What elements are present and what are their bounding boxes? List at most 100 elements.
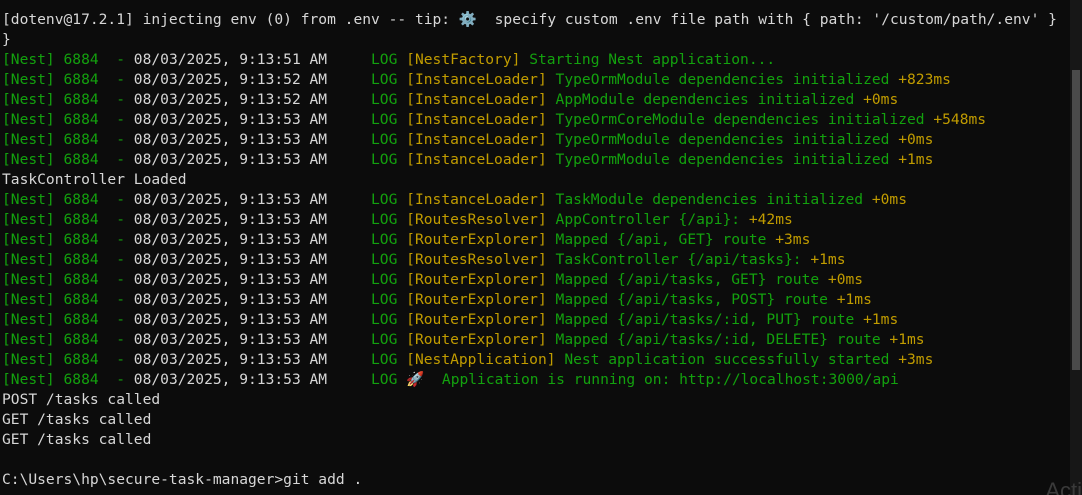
log-timestamp: 08/03/2025, 9:13:53 AM [133,251,328,268]
log-context: [InstanceLoader] [406,131,547,148]
log-pid: [Nest] 6884 - [2,191,134,208]
output-text: GET /tasks called [2,431,152,448]
log-pid: [Nest] 6884 - [2,311,134,328]
log-level: LOG [327,371,407,388]
log-line: [Nest] 6884 - 08/03/2025, 9:13:53 AM LOG… [2,290,1070,310]
vertical-scrollbar[interactable] [1070,0,1082,495]
log-timestamp: 08/03/2025, 9:13:53 AM [133,371,328,388]
log-line: [Nest] 6884 - 08/03/2025, 9:13:53 AM LOG… [2,210,1070,230]
log-level: LOG [327,251,407,268]
log-line: [Nest] 6884 - 08/03/2025, 9:13:53 AM LOG… [2,270,1070,290]
log-context: [NestApplication] [406,351,556,368]
log-line: [Nest] 6884 - 08/03/2025, 9:13:53 AM LOG… [2,110,1070,130]
log-timestamp: 08/03/2025, 9:13:52 AM [133,91,328,108]
log-context: [NestFactory] [406,51,521,68]
log-context: [InstanceLoader] [406,71,547,88]
log-level: LOG [327,331,407,348]
log-line: [Nest] 6884 - 08/03/2025, 9:13:52 AM LOG… [2,90,1070,110]
log-line: [Nest] 6884 - 08/03/2025, 9:13:53 AM LOG… [2,310,1070,330]
log-line: [Nest] 6884 - 08/03/2025, 9:13:53 AM LOG… [2,330,1070,350]
log-line: [Nest] 6884 - 08/03/2025, 9:13:51 AM LOG… [2,50,1070,70]
log-delta: +823ms [889,71,951,88]
log-delta: +0ms [854,91,899,108]
log-timestamp: 08/03/2025, 9:13:53 AM [133,191,328,208]
log-delta: +1ms [854,311,899,328]
output-text: } [2,31,11,48]
log-message: Mapped {/api/tasks/:id, PUT} route [546,311,855,328]
log-level: LOG [327,191,407,208]
log-message: AppController {/api}: [546,211,741,228]
log-level: LOG [327,71,407,88]
log-pid: [Nest] 6884 - [2,111,134,128]
log-delta: +0ms [863,191,908,208]
plain-output-line: TaskController Loaded [2,170,1070,190]
log-context: [InstanceLoader] [406,191,547,208]
log-line: [Nest] 6884 - 08/03/2025, 9:13:53 AM LOG… [2,350,1070,370]
log-delta: +1ms [801,251,846,268]
log-line: [Nest] 6884 - 08/03/2025, 9:13:53 AM LOG… [2,230,1070,250]
prompt-text: C:\Users\hp\secure-task-manager>git add … [2,471,363,488]
log-timestamp: 08/03/2025, 9:13:53 AM [133,311,328,328]
log-timestamp: 08/03/2025, 9:13:52 AM [133,71,328,88]
log-level: LOG [327,51,407,68]
log-context: [RouterExplorer] [406,311,547,328]
output-text: POST /tasks called [2,391,161,408]
plain-output-line: GET /tasks called [2,430,1070,450]
log-pid: [Nest] 6884 - [2,331,134,348]
log-line: [Nest] 6884 - 08/03/2025, 9:13:53 AM LOG… [2,190,1070,210]
log-line: [Nest] 6884 - 08/03/2025, 9:13:53 AM LOG… [2,150,1070,170]
command-prompt-line[interactable]: C:\Users\hp\secure-task-manager>git add … [2,470,1070,490]
log-pid: [Nest] 6884 - [2,91,134,108]
log-pid: [Nest] 6884 - [2,351,134,368]
log-delta: +42ms [740,211,793,228]
log-message: TaskController {/api/tasks}: [546,251,802,268]
log-context: [RoutesResolver] [406,251,547,268]
log-timestamp: 08/03/2025, 9:13:53 AM [133,291,328,308]
log-line: [Nest] 6884 - 08/03/2025, 9:13:52 AM LOG… [2,70,1070,90]
log-level: LOG [327,311,407,328]
log-level: LOG [327,291,407,308]
log-delta: +0ms [819,271,864,288]
log-timestamp: 08/03/2025, 9:13:53 AM [133,111,328,128]
log-context: [RouterExplorer] [406,331,547,348]
terminal-output[interactable]: [dotenv@17.2.1] injecting env (0) from .… [2,10,1070,495]
log-context: [InstanceLoader] [406,111,547,128]
log-pid: [Nest] 6884 - [2,251,134,268]
log-pid: [Nest] 6884 - [2,211,134,228]
log-timestamp: 08/03/2025, 9:13:53 AM [133,131,328,148]
log-delta: +548ms [924,111,987,128]
log-level: LOG [327,231,407,248]
log-pid: [Nest] 6884 - [2,231,134,248]
log-message: TypeOrmCoreModule dependencies initializ… [546,111,925,128]
plain-output-line: POST /tasks called [2,390,1070,410]
log-line: [Nest] 6884 - 08/03/2025, 9:13:53 AM LOG… [2,250,1070,270]
log-message: Mapped {/api/tasks, POST} route [546,291,828,308]
log-context: [InstanceLoader] [406,91,547,108]
output-text: [dotenv@17.2.1] injecting env (0) from .… [2,11,1057,28]
log-level: LOG [327,211,407,228]
log-pid: [Nest] 6884 - [2,271,134,288]
log-level: LOG [327,131,407,148]
log-context: [RouterExplorer] [406,271,547,288]
log-line: [Nest] 6884 - 08/03/2025, 9:13:53 AM LOG… [2,370,1070,390]
log-context: [RouterExplorer] [406,231,547,248]
log-context: [InstanceLoader] [406,151,547,168]
log-level: LOG [327,151,407,168]
output-text: GET /tasks called [2,411,152,428]
log-timestamp: 08/03/2025, 9:13:53 AM [133,211,328,228]
log-delta: +1ms [880,331,925,348]
log-message: AppModule dependencies initialized [546,91,855,108]
log-message: TypeOrmModule dependencies initialized [546,151,890,168]
plain-output-line [2,450,1070,470]
log-timestamp: 08/03/2025, 9:13:53 AM [133,151,328,168]
log-context: [RoutesResolver] [406,211,547,228]
log-pid: [Nest] 6884 - [2,371,134,388]
log-pid: [Nest] 6884 - [2,71,134,88]
log-delta: +3ms [766,231,811,248]
log-pid: [Nest] 6884 - [2,291,134,308]
log-message: Mapped {/api, GET} route [546,231,767,248]
scrollbar-thumb[interactable] [1072,70,1080,370]
log-level: LOG [327,111,407,128]
output-text: TaskController Loaded [2,171,187,188]
log-context: [RouterExplorer] [406,291,547,308]
